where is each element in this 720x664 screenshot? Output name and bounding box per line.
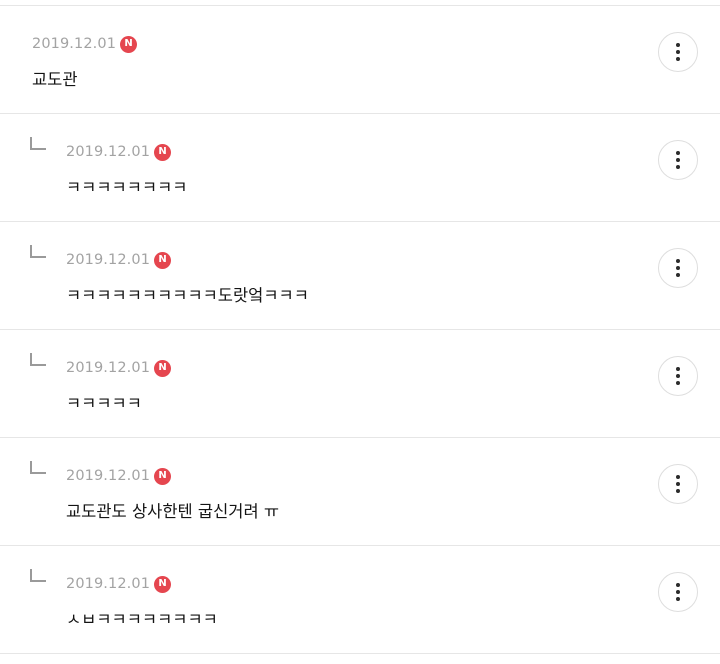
more-vertical-icon xyxy=(676,43,680,61)
more-options-button[interactable] xyxy=(658,140,698,180)
comment-meta: 2019.12.01 N xyxy=(66,466,172,486)
reply-item: 2019.12.01 N ㅋㅋㅋㅋㅋㅋㅋㅋㅋㅋ도랏엌ㅋㅋㅋ xyxy=(0,222,720,330)
reply-item: 2019.12.01 N ㅋㅋㅋㅋㅋㅋㅋㅋ xyxy=(0,114,720,222)
comment-text: ㅋㅋㅋㅋㅋ xyxy=(66,394,142,413)
more-options-button[interactable] xyxy=(658,32,698,72)
comment-date: 2019.12.01 xyxy=(66,252,151,268)
reply-arrow-icon xyxy=(30,461,46,474)
comment-meta: 2019.12.01 N xyxy=(66,358,172,378)
comment-date: 2019.12.01 xyxy=(66,576,151,592)
naver-n-icon: N xyxy=(154,251,172,269)
comment-list: 2019.12.01 N 교도관 2019.12.01 N ㅋㅋㅋㅋㅋㅋㅋㅋ 2… xyxy=(0,5,720,654)
more-vertical-icon xyxy=(676,259,680,277)
comment-text: ㅋㅋㅋㅋㅋㅋㅋㅋ xyxy=(66,178,188,197)
comment-date: 2019.12.01 xyxy=(66,144,151,160)
reply-arrow-icon xyxy=(30,353,46,366)
more-vertical-icon xyxy=(676,475,680,493)
naver-n-icon: N xyxy=(154,467,172,485)
more-vertical-icon xyxy=(676,367,680,385)
reply-item: 2019.12.01 N 교도관도 상사한텐 굽신거려 ㅠ xyxy=(0,438,720,546)
naver-n-icon: N xyxy=(154,359,172,377)
comment-date: 2019.12.01 xyxy=(66,468,151,484)
more-options-button[interactable] xyxy=(658,464,698,504)
naver-n-icon: N xyxy=(120,35,138,53)
naver-n-icon: N xyxy=(154,575,172,593)
comment-date: 2019.12.01 xyxy=(66,360,151,376)
reply-item: 2019.12.01 N ㅋㅋㅋㅋㅋ xyxy=(0,330,720,438)
naver-n-icon: N xyxy=(154,143,172,161)
comment-date: 2019.12.01 xyxy=(32,36,117,52)
comment-meta: 2019.12.01 N xyxy=(32,34,138,54)
more-vertical-icon xyxy=(676,583,680,601)
comment-meta: 2019.12.01 N xyxy=(66,574,172,594)
comment-text: 교도관 xyxy=(32,70,78,89)
comment-text: ㅋㅋㅋㅋㅋㅋㅋㅋㅋㅋ도랏엌ㅋㅋㅋ xyxy=(66,286,309,305)
reply-arrow-icon xyxy=(30,137,46,150)
comment-meta: 2019.12.01 N xyxy=(66,142,172,162)
more-vertical-icon xyxy=(676,151,680,169)
more-options-button[interactable] xyxy=(658,356,698,396)
comment-text: 교도관도 상사한텐 굽신거려 ㅠ xyxy=(66,502,280,521)
more-options-button[interactable] xyxy=(658,248,698,288)
comment-item: 2019.12.01 N 교도관 xyxy=(0,6,720,114)
comment-meta: 2019.12.01 N xyxy=(66,250,172,270)
reply-arrow-icon xyxy=(30,569,46,582)
more-options-button[interactable] xyxy=(658,572,698,612)
reply-arrow-icon xyxy=(30,245,46,258)
comment-text: ㅅㅂㅋㅋㅋㅋㅋㅋㅋㅋ xyxy=(66,610,218,629)
reply-item: 2019.12.01 N ㅅㅂㅋㅋㅋㅋㅋㅋㅋㅋ xyxy=(0,546,720,654)
